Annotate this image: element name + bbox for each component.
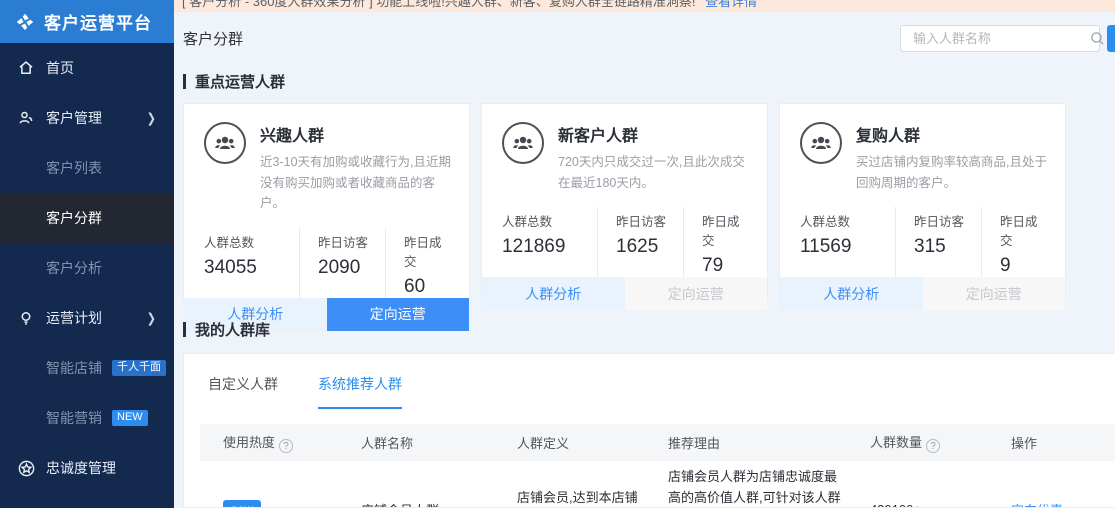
new-feature-badge: NEW	[112, 410, 148, 426]
pinwheel-logo-icon	[14, 11, 36, 33]
card-description: 买过店铺内复购率较高商品,且处于回购周期的客户。	[856, 152, 1047, 193]
chevron-right-icon: ❯	[147, 310, 156, 326]
app-logo: 客户运营平台	[0, 0, 174, 43]
stat-value-total: 121869	[502, 236, 597, 258]
smart-shop-badge: 千人千面	[112, 360, 166, 376]
segment-count-cell: 439100+	[870, 502, 1011, 508]
targeted-discount-link[interactable]: 定向优惠	[1011, 503, 1063, 508]
recommend-reason-cell: 店铺会员人群为店铺忠诚度最高的高价值人群,可针对该人群做定向权益、召回等,强化会…	[668, 467, 870, 508]
sidebar-item-loyalty-management[interactable]: 忠诚度管理	[0, 443, 174, 493]
stat-value-visitors: 2090	[318, 257, 385, 279]
segment-card-repurchase: 复购人群 买过店铺内复购率较高商品,且处于回购周期的客户。 人群总数11569 …	[779, 103, 1066, 300]
card-description: 近3-10天有加购或收藏行为,且近期没有购买加购或者收藏商品的客户。	[260, 152, 451, 214]
targeted-operation-button[interactable]: 定向运营	[923, 277, 1066, 310]
stat-label: 昨日访客	[616, 211, 683, 230]
stat-label: 昨日访客	[318, 232, 385, 251]
main-content: [ 客户分析 - 360度人群效果分析 ] 功能上线啦!兴趣人群、新客、复购人群…	[174, 0, 1115, 508]
bulb-icon	[16, 308, 36, 328]
stat-label: 人群总数	[502, 211, 597, 230]
sidebar-item-label: 智能店铺	[46, 358, 102, 378]
stat-label: 人群总数	[800, 211, 895, 230]
sidebar-item-label: 客户列表	[46, 158, 102, 178]
card-title: 复购人群	[856, 122, 1047, 146]
segment-definition-cell: 店铺会员,达到本店铺 vip1 会员条件以...	[517, 488, 668, 508]
card-title: 兴趣人群	[260, 122, 451, 146]
segment-library-panel: 自定义人群 系统推荐人群 使用热度? 人群名称 人群定义 推荐理由 人群数量? …	[183, 353, 1115, 508]
sidebar-item-label: 忠诚度管理	[46, 458, 116, 478]
stat-label: 昨日成交	[404, 232, 449, 270]
users-icon	[16, 108, 36, 128]
sidebar: 客户运营平台 首页 客户管理 ❯ 客户列表 客户分群 客户分析	[0, 0, 174, 508]
sidebar-item-smart-marketing[interactable]: 智能营销 NEW	[0, 393, 174, 443]
page-header: 客户分群	[183, 25, 1115, 52]
chevron-right-icon: ❯	[147, 110, 156, 126]
targeted-operation-button[interactable]: 定向运营	[625, 277, 768, 310]
section-bar	[183, 322, 186, 337]
segment-name-cell: 店铺会员人群	[361, 500, 517, 508]
sidebar-item-label: 首页	[46, 58, 74, 78]
announcement-banner: [ 客户分析 - 360度人群效果分析 ] 功能上线啦!兴趣人群、新客、复购人群…	[174, 0, 1115, 12]
stat-value-deals: 9	[1000, 255, 1045, 277]
app-title: 客户运营平台	[44, 9, 152, 34]
sidebar-item-label: 运营计划	[46, 308, 102, 328]
banner-text: [ 客户分析 - 360度人群效果分析 ] 功能上线啦!兴趣人群、新客、复购人群…	[182, 0, 696, 9]
star-circle-icon	[16, 458, 36, 478]
people-group-icon	[502, 122, 544, 164]
stat-value-total: 34055	[204, 257, 299, 279]
sidebar-item-smart-shop[interactable]: 智能店铺 千人千面	[0, 343, 174, 393]
sidebar-item-home[interactable]: 首页	[0, 43, 174, 93]
search-input[interactable]	[913, 31, 1089, 46]
segment-search[interactable]	[900, 25, 1100, 52]
stat-label: 昨日成交	[1000, 211, 1045, 249]
sidebar-item-customer-analysis[interactable]: 客户分析	[0, 243, 174, 293]
sidebar-item-label: 客户管理	[46, 108, 102, 128]
section-bar	[183, 74, 186, 89]
col-header-actions: 操作	[1011, 433, 1115, 452]
library-section-title: 我的人群库	[183, 319, 1115, 340]
table-header-row: 使用热度? 人群名称 人群定义 推荐理由 人群数量? 操作	[200, 424, 1115, 461]
people-group-icon	[800, 122, 842, 164]
table-row: new 店铺会员人群 店铺会员,达到本店铺 vip1 会员条件以... 店铺会员…	[200, 461, 1115, 508]
stat-value-visitors: 1625	[616, 236, 683, 258]
library-tabs: 自定义人群 系统推荐人群	[208, 374, 1115, 409]
sidebar-item-label: 客户分析	[46, 258, 102, 278]
page-title: 客户分群	[183, 28, 243, 49]
sidebar-item-label: 智能营销	[46, 408, 102, 428]
stat-value-deals: 79	[702, 255, 747, 277]
col-header-recommend-reason: 推荐理由	[668, 433, 870, 452]
create-segment-button-partial[interactable]	[1107, 25, 1115, 52]
people-group-icon	[204, 122, 246, 164]
stat-label: 昨日成交	[702, 211, 747, 249]
search-icon[interactable]	[1089, 30, 1106, 47]
stat-value-deals: 60	[404, 276, 449, 298]
stat-label: 昨日访客	[914, 211, 981, 230]
stat-value-total: 11569	[800, 236, 895, 258]
analyze-segment-button[interactable]: 人群分析	[780, 277, 923, 310]
home-icon	[16, 58, 36, 78]
col-header-segment-count: 人群数量?	[870, 432, 1011, 454]
sidebar-item-operation-plan[interactable]: 运营计划 ❯	[0, 293, 174, 343]
card-description: 720天内只成交过一次,且此次成交在最近180天内。	[558, 152, 749, 193]
stat-value-visitors: 315	[914, 236, 981, 258]
banner-details-link[interactable]: 查看详情	[705, 0, 757, 9]
segment-card-new-customers: 新客户人群 720天内只成交过一次,且此次成交在最近180天内。 人群总数 121…	[481, 103, 768, 300]
col-header-segment-name: 人群名称	[361, 433, 517, 452]
stat-label: 人群总数	[204, 232, 299, 251]
sidebar-item-customer-segments[interactable]: 客户分群	[0, 193, 174, 243]
tab-custom-segments[interactable]: 自定义人群	[208, 374, 278, 409]
card-title: 新客户人群	[558, 122, 749, 146]
analyze-segment-button[interactable]: 人群分析	[482, 277, 625, 310]
col-header-usage-heat: 使用热度?	[223, 432, 361, 454]
key-segment-cards: 兴趣人群 近3-10天有加购或收藏行为,且近期没有购买加购或者收藏商品的客户。 …	[183, 103, 1115, 300]
segment-card-interest: 兴趣人群 近3-10天有加购或收藏行为,且近期没有购买加购或者收藏商品的客户。 …	[183, 103, 470, 300]
col-header-segment-definition: 人群定义	[517, 433, 668, 452]
sidebar-item-customer-management[interactable]: 客户管理 ❯	[0, 93, 174, 143]
key-segments-section-title: 重点运营人群	[183, 71, 1115, 92]
help-icon[interactable]: ?	[279, 439, 293, 453]
sidebar-item-label: 客户分群	[46, 208, 102, 228]
help-icon[interactable]: ?	[926, 439, 940, 453]
tab-system-recommended-segments[interactable]: 系统推荐人群	[318, 374, 402, 409]
new-badge: new	[223, 500, 261, 508]
sidebar-item-customer-list[interactable]: 客户列表	[0, 143, 174, 193]
